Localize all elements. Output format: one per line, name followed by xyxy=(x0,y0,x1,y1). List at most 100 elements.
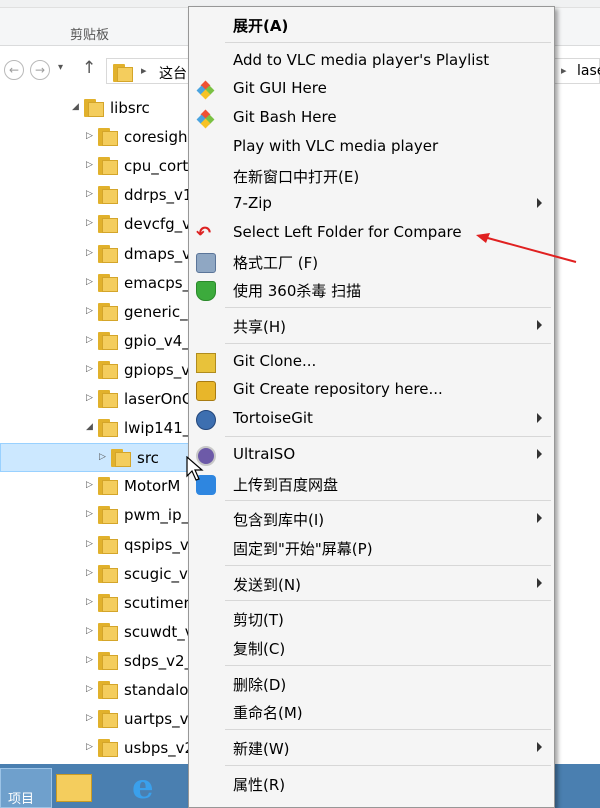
git-bash-icon xyxy=(196,109,216,129)
tree-item[interactable]: ▷ qspips_v xyxy=(0,531,200,560)
menu-item[interactable]: 新建(W) xyxy=(189,734,554,762)
tree-item[interactable]: ▷ pwm_ip_ xyxy=(0,501,200,530)
tree-item-label: dmaps_v xyxy=(124,244,192,263)
tree-collapse-icon[interactable]: ◢ xyxy=(86,422,96,432)
tree-expand-icon[interactable]: ▷ xyxy=(86,364,96,374)
menu-separator xyxy=(225,764,551,766)
menu-item[interactable]: 在新窗口中打开(E) xyxy=(189,162,554,190)
tree-expand-icon[interactable]: ▷ xyxy=(86,626,96,636)
menu-item-label: 在新窗口中打开(E) xyxy=(233,167,360,186)
up-button[interactable]: ↑ xyxy=(82,58,96,78)
menu-item[interactable]: 展开(A) xyxy=(189,11,554,39)
menu-item[interactable]: TortoiseGit xyxy=(189,405,554,433)
tree-expand-icon[interactable]: ▷ xyxy=(86,480,96,490)
menu-item[interactable]: 固定到"开始"屏幕(P) xyxy=(189,534,554,562)
tree-item[interactable]: ▷ uartps_v xyxy=(0,705,200,734)
breadcrumb-start[interactable]: 这台 xyxy=(159,63,187,83)
tree-expand-icon[interactable]: ▷ xyxy=(86,655,96,665)
submenu-arrow-icon xyxy=(537,577,542,588)
folder-icon xyxy=(98,477,118,496)
menu-item[interactable]: 包含到库中(I) xyxy=(189,505,554,533)
tree-item[interactable]: ▷ standalo xyxy=(0,676,200,705)
menu-item[interactable]: Git Clone... xyxy=(189,348,554,376)
tree-expand-icon[interactable]: ▷ xyxy=(86,684,96,694)
tortoisegit-icon xyxy=(196,410,216,431)
tree-expand-icon[interactable]: ▷ xyxy=(86,742,96,752)
tree-item[interactable]: ▷ ddrps_v1 xyxy=(0,181,200,210)
tree-expand-icon[interactable]: ▷ xyxy=(86,131,96,141)
folder-icon xyxy=(98,710,118,729)
tree-item[interactable]: ▷ sdps_v2_ xyxy=(0,647,200,676)
tree-expand-icon[interactable]: ▷ xyxy=(99,452,109,462)
folder-icon xyxy=(98,564,118,583)
tree-item[interactable]: ▷ src xyxy=(0,443,196,473)
tree-expand-icon[interactable]: ▷ xyxy=(86,189,96,199)
menu-item[interactable]: UltraISO xyxy=(189,441,554,469)
tree-item-label: usbps_v2 xyxy=(124,739,195,758)
tree-expand-icon[interactable]: ▷ xyxy=(86,160,96,170)
tree-item[interactable]: ▷ gpiops_v xyxy=(0,356,200,385)
tree-expand-icon[interactable]: ▷ xyxy=(86,218,96,228)
menu-item[interactable]: 使用 360杀毒 扫描 xyxy=(189,276,554,304)
tree-item[interactable]: ▷ generic_ xyxy=(0,298,200,327)
folder-icon xyxy=(98,651,118,670)
menu-item[interactable]: Git Create repository here... xyxy=(189,376,554,404)
menu-item[interactable]: 7-Zip xyxy=(189,190,554,218)
folder-icon xyxy=(98,535,118,554)
internet-explorer-icon[interactable]: e xyxy=(132,770,166,804)
menu-item[interactable]: 共享(H) xyxy=(189,312,554,340)
tree-expand-icon[interactable]: ▷ xyxy=(86,306,96,316)
file-explorer-taskbar-icon[interactable] xyxy=(56,774,92,802)
tree-expand-icon[interactable]: ▷ xyxy=(86,277,96,287)
tree-expand-icon[interactable]: ▷ xyxy=(86,248,96,258)
tree-item[interactable]: ▷ scuwdt_v xyxy=(0,618,200,647)
folder-icon xyxy=(98,215,118,234)
tree-expand-icon[interactable]: ▷ xyxy=(86,568,96,578)
menu-item[interactable]: Add to VLC media player's Playlist xyxy=(189,47,554,75)
menu-item[interactable]: 上传到百度网盘 xyxy=(189,470,554,498)
menu-item-label: 包含到库中(I) xyxy=(233,511,325,530)
menu-item[interactable]: Git Bash Here xyxy=(189,104,554,132)
menu-item[interactable]: 剪切(T) xyxy=(189,605,554,633)
tree-expand-icon[interactable]: ▷ xyxy=(86,509,96,519)
menu-item[interactable]: 重命名(M) xyxy=(189,698,554,726)
recent-locations-chevron-icon[interactable]: ▾ xyxy=(58,62,63,73)
tree-expand-icon[interactable]: ▷ xyxy=(86,335,96,345)
menu-item-label: 剪切(T) xyxy=(233,611,284,630)
menu-item[interactable]: Git GUI Here xyxy=(189,75,554,103)
folder-icon xyxy=(98,360,118,379)
tree-collapse-icon[interactable]: ◢ xyxy=(72,102,82,112)
menu-item-label: 发送到(N) xyxy=(233,575,301,594)
menu-item[interactable]: 复制(C) xyxy=(189,634,554,662)
forward-button[interactable]: → xyxy=(30,60,50,80)
tree-item[interactable]: ▷ gpio_v4_ xyxy=(0,327,200,356)
tree-item[interactable]: ▷ dmaps_v xyxy=(0,240,200,269)
folder-icon xyxy=(98,302,118,321)
tree-item[interactable]: ◢ lwip141_ xyxy=(0,414,200,443)
tree-item[interactable]: ▷ cpu_cort xyxy=(0,152,200,181)
address-folder-icon xyxy=(113,64,133,82)
tree-item[interactable]: ▷ MotorM xyxy=(0,472,200,501)
tree-item[interactable]: ▷ devcfg_v xyxy=(0,210,200,239)
menu-item[interactable]: 删除(D) xyxy=(189,670,554,698)
tree-item[interactable]: ◢ libsrc xyxy=(0,94,200,123)
menu-item[interactable]: 属性(R) xyxy=(189,770,554,798)
tree-expand-icon[interactable]: ▷ xyxy=(86,597,96,607)
menu-item[interactable]: 发送到(N) xyxy=(189,570,554,598)
tree-item[interactable]: ▷ usbps_v2 xyxy=(0,734,200,763)
tree-item[interactable]: ▷ coresigh xyxy=(0,123,200,152)
tree-item[interactable]: ▷ emacps_ xyxy=(0,269,200,298)
menu-item-label: Select Left Folder for Compare xyxy=(233,222,462,241)
breadcrumb-end[interactable]: lase xyxy=(577,63,600,79)
tree-expand-icon[interactable]: ▷ xyxy=(86,713,96,723)
tree-expand-icon[interactable]: ▷ xyxy=(86,539,96,549)
tree-item-label: ddrps_v1 xyxy=(124,186,193,205)
back-button[interactable]: ← xyxy=(4,60,24,80)
tree-item[interactable]: ▷ laserOnC xyxy=(0,385,200,414)
folder-icon xyxy=(98,186,118,205)
tree-item[interactable]: ▷ scugic_v xyxy=(0,560,200,589)
menu-item[interactable]: Play with VLC media player xyxy=(189,133,554,161)
tree-expand-icon[interactable]: ▷ xyxy=(86,393,96,403)
tree-item[interactable]: ▷ scutimer xyxy=(0,589,200,618)
tree-item-label: cpu_cort xyxy=(124,157,189,176)
